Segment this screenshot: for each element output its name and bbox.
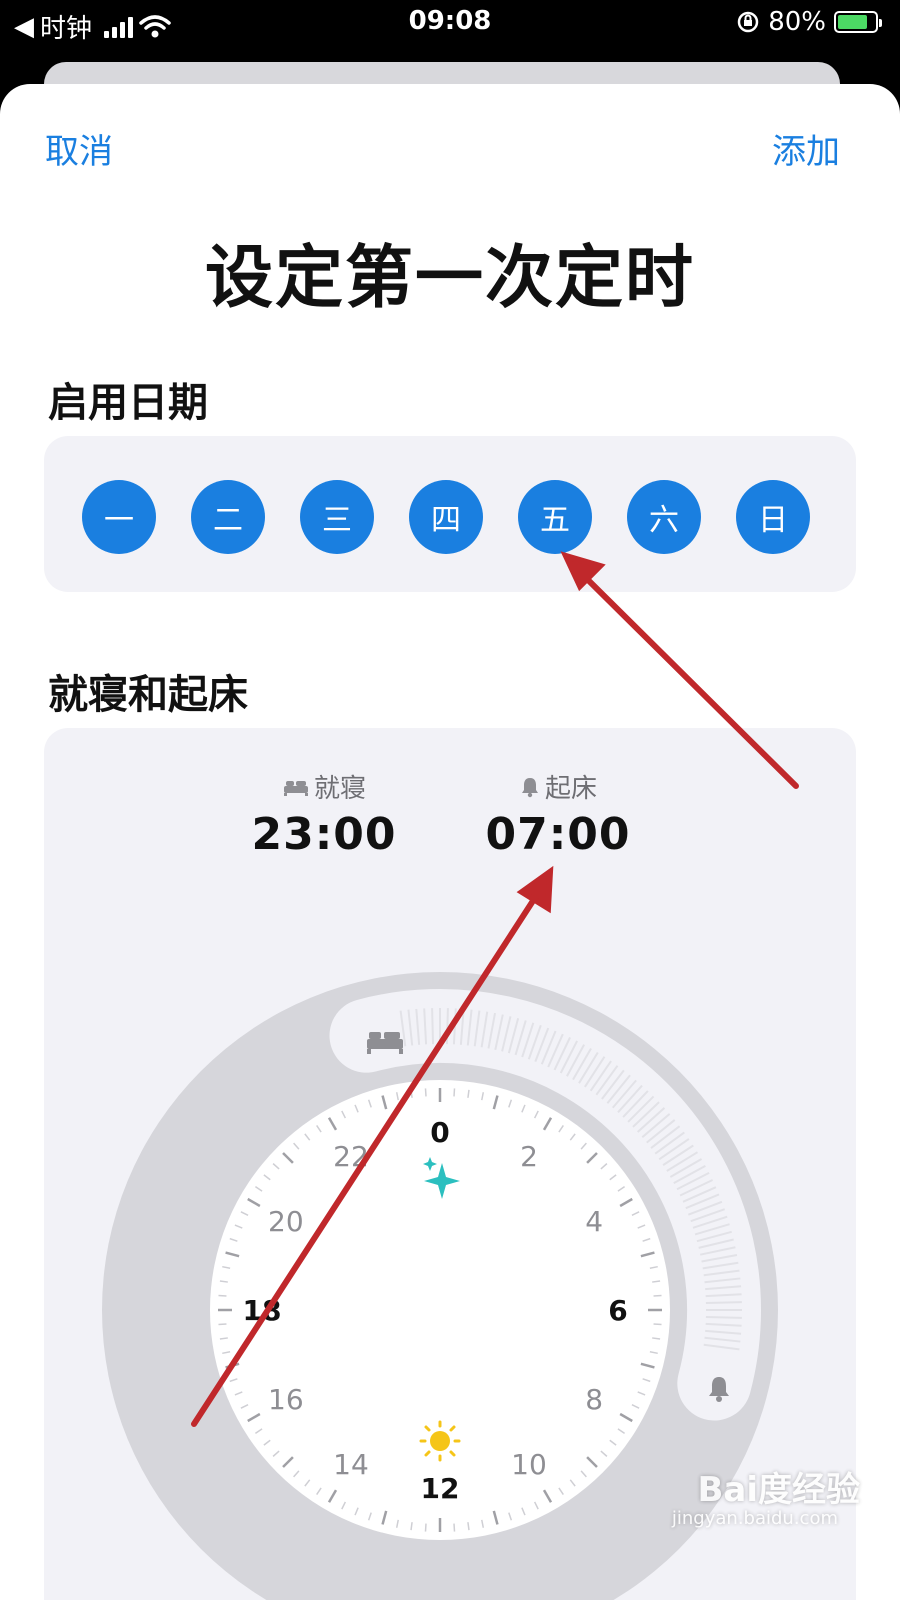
clock-label: 0 <box>430 1116 449 1149</box>
page-title: 设定第一次定时 <box>204 239 695 318</box>
day-toggle-6[interactable]: 六 <box>627 480 701 554</box>
clock-label: 8 <box>585 1383 603 1416</box>
clock-tick <box>453 1088 456 1097</box>
watermark-logo: Bai度经验 <box>697 1470 860 1510</box>
clock-label: 14 <box>333 1448 369 1481</box>
arc-tick <box>705 1315 742 1319</box>
days-section-title: 启用日期 <box>48 380 208 426</box>
clock-tick <box>410 1522 413 1531</box>
clock-label: 2 <box>520 1140 538 1173</box>
day-toggle-1[interactable]: 一 <box>82 480 156 554</box>
clock-label: 12 <box>421 1472 460 1505</box>
clock-tick <box>467 1089 470 1098</box>
status-bar: ◀ 时钟 09:08 80% <box>0 0 900 46</box>
arc-tick <box>431 1008 435 1045</box>
days-row: 一二三四五六日 <box>82 480 810 554</box>
clock-label: 4 <box>585 1205 603 1238</box>
clock-tick <box>410 1089 413 1098</box>
watermark-url: jingyan.baidu.com <box>671 1508 838 1529</box>
clock-label: 18 <box>243 1294 282 1327</box>
clock-tick <box>453 1523 456 1532</box>
clock-label: 6 <box>608 1294 627 1327</box>
clock-label: 16 <box>268 1383 304 1416</box>
clock-tick <box>653 1323 662 1326</box>
clock-label: 10 <box>511 1448 547 1481</box>
clock-tick <box>219 1280 228 1283</box>
day-toggle-7[interactable]: 日 <box>736 480 810 554</box>
clock-tick <box>218 1323 227 1326</box>
day-toggle-4[interactable]: 四 <box>409 480 483 554</box>
days-card: 一二三四五六日 <box>44 436 856 592</box>
modal-sheet: 取消 添加 设定第一次定时 启用日期 一二三四五六日 就寝和起床 就寝 23:0… <box>0 84 900 1600</box>
clock-tick <box>218 1294 227 1297</box>
rotation-lock-icon <box>737 11 759 33</box>
clock-tick <box>652 1280 661 1283</box>
battery-icon <box>834 11 882 33</box>
cancel-button[interactable]: 取消 <box>45 124 113 173</box>
clock-label: 20 <box>268 1205 304 1238</box>
clock-tick <box>467 1522 470 1531</box>
arc-tick <box>445 1008 449 1045</box>
day-toggle-3[interactable]: 三 <box>300 480 374 554</box>
clock-label: 22 <box>333 1140 369 1173</box>
clock-tick <box>653 1294 662 1297</box>
clock-tick <box>652 1337 661 1340</box>
day-toggle-2[interactable]: 二 <box>191 480 265 554</box>
add-button[interactable]: 添加 <box>772 124 840 173</box>
battery-percent: 80% <box>768 7 826 37</box>
arc-tick <box>705 1301 742 1305</box>
clock-tick <box>424 1088 427 1097</box>
clock-tick <box>219 1337 228 1340</box>
sleep-section-title: 就寝和起床 <box>48 672 248 718</box>
day-toggle-5[interactable]: 五 <box>518 480 592 554</box>
clock-tick <box>424 1523 427 1532</box>
